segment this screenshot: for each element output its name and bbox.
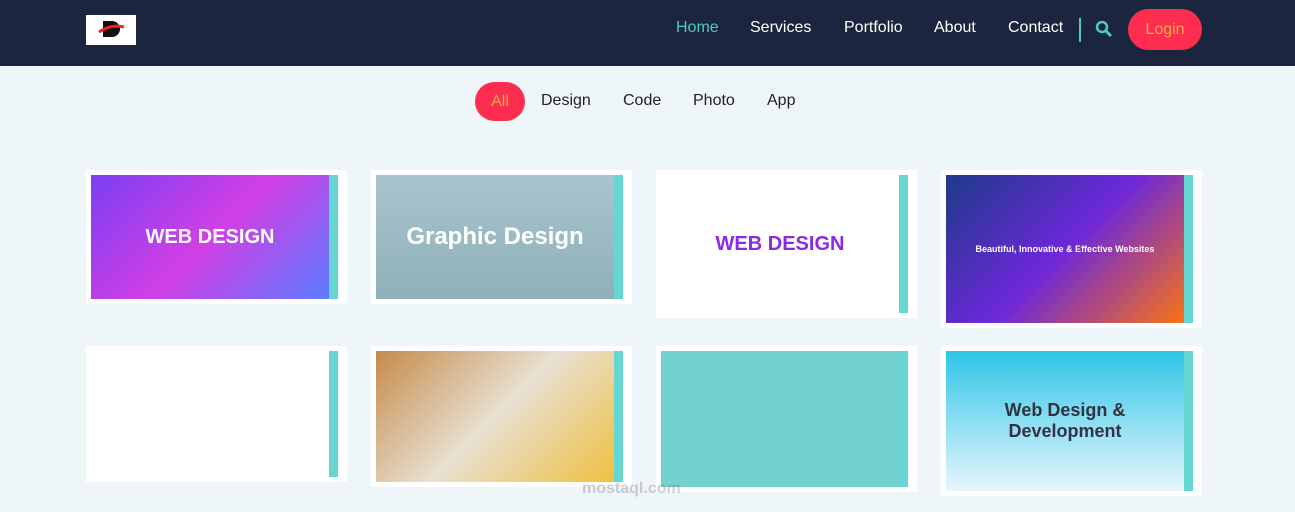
nav-about[interactable]: About: [934, 19, 976, 37]
filter-code[interactable]: Code: [623, 92, 661, 110]
accent-strip: [1184, 175, 1193, 323]
portfolio-image: [91, 351, 329, 477]
portfolio-image: Beautiful, Innovative & Effective Websit…: [946, 175, 1184, 323]
filter-design[interactable]: Design: [541, 92, 591, 110]
portfolio-card[interactable]: Graphic Design: [371, 170, 632, 304]
portfolio-image: WEB DESIGN: [661, 175, 899, 313]
accent-strip: [1184, 351, 1193, 491]
portfolio-card[interactable]: [656, 346, 917, 492]
portfolio-card[interactable]: WEB DESIGN: [656, 170, 917, 318]
filter-photo[interactable]: Photo: [693, 92, 735, 110]
search-icon[interactable]: [1095, 20, 1113, 38]
portfolio-image: Graphic Design: [376, 175, 614, 299]
portfolio-card[interactable]: Web Design & Development: [941, 346, 1202, 496]
logo[interactable]: [86, 15, 136, 45]
accent-strip: [329, 175, 338, 299]
accent-strip: [329, 351, 338, 477]
nav-services[interactable]: Services: [750, 19, 811, 37]
portfolio-card[interactable]: [86, 346, 347, 482]
nav-home[interactable]: Home: [676, 19, 719, 37]
portfolio-image: WEB DESIGN: [91, 175, 329, 299]
portfolio-image: [661, 351, 899, 487]
portfolio-image: [376, 351, 614, 482]
filter-app[interactable]: App: [767, 92, 795, 110]
portfolio-card[interactable]: Beautiful, Innovative & Effective Websit…: [941, 170, 1202, 328]
accent-strip: [899, 175, 908, 313]
nav-portfolio[interactable]: Portfolio: [844, 19, 903, 37]
filter-all[interactable]: All: [475, 82, 525, 121]
nav-divider: [1079, 18, 1081, 42]
portfolio-image: Web Design & Development: [946, 351, 1184, 491]
watermark: mostaql.com: [582, 480, 681, 497]
accent-strip: [614, 351, 623, 482]
logo-icon: [98, 21, 125, 37]
login-button[interactable]: Login: [1128, 9, 1202, 50]
portfolio-card[interactable]: WEB DESIGN: [86, 170, 347, 304]
nav-contact[interactable]: Contact: [1008, 19, 1063, 37]
accent-strip: [614, 175, 623, 299]
navbar: Home Services Portfolio About Contact Lo…: [0, 0, 1295, 66]
portfolio-card[interactable]: [371, 346, 632, 487]
accent-strip: [899, 351, 908, 487]
